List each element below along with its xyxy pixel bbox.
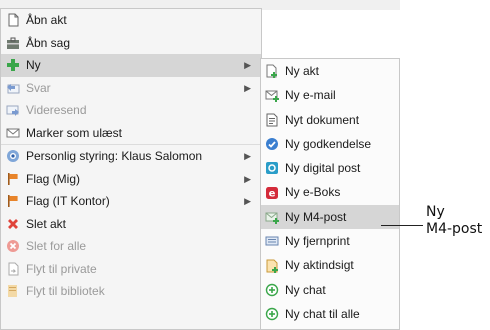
eye-icon [6,149,20,163]
submenu-item-new-eboks[interactable]: e Ny e-Boks [261,180,399,204]
case-icon [6,36,20,50]
menu-item-personal-control[interactable]: Personlig styring: Klaus Salomon ▶ [1,144,261,168]
submenu-item-new-m4-post[interactable]: Ny M4-post [261,204,399,230]
document-icon [6,13,20,27]
submenu-item-new-approval[interactable]: Ny godkendelse [261,132,399,156]
chevron-right-icon: ▶ [244,60,251,70]
menu-item-move-to-library[interactable]: Flyt til bibliotek [1,280,261,303]
callout-line-1: Ny [426,204,445,220]
context-menu: Åbn akt Åbn sag Ny ▶ Svar ▶ Videresend M… [0,8,262,330]
submenu-item-new-access-request[interactable]: Ny aktindsigt [261,253,399,277]
menu-item-flag-it-office[interactable]: Flag (IT Kontor) ▶ [1,190,261,213]
m4-post-icon [265,210,279,224]
menu-item-forward[interactable]: Videresend [1,99,261,122]
access-request-icon [265,259,279,273]
menu-item-move-to-private[interactable]: Flyt til private [1,258,261,281]
move-document-icon [6,262,20,276]
submenu-item-new-chat-all[interactable]: Ny chat til alle [261,302,399,326]
new-email-icon [265,88,279,103]
chevron-right-icon: ▶ [244,196,251,206]
menu-item-open-case[interactable]: Åbn sag [1,32,261,55]
submenu-item-new-digital-post[interactable]: Ny digital post [261,156,399,180]
chevron-right-icon: ▶ [244,82,251,93]
chevron-right-icon: ▶ [244,151,251,161]
new-submenu: Ny akt Ny e-mail Nyt dokument Ny godkend… [260,58,400,330]
new-document-icon [265,64,279,79]
callout-line-2: M4-post [426,221,483,237]
menu-item-mark-unread[interactable]: Marker som ulæst [1,122,261,145]
svg-text:e: e [269,188,276,199]
digital-post-icon [265,161,279,175]
envelope-icon [6,126,20,140]
submenu-item-new-document[interactable]: Nyt dokument [261,108,399,132]
menu-item-delete-record[interactable]: Slet akt [1,213,261,236]
menu-item-delete-for-all[interactable]: Slet for alle [1,235,261,258]
remote-print-icon [265,234,279,248]
new-word-document-icon [265,113,279,127]
callout-leader-line [381,225,423,226]
reply-icon [6,81,20,95]
flag-icon [6,194,20,208]
chat-icon [265,283,279,297]
delete-x-icon [6,217,20,231]
chevron-right-icon: ▶ [244,173,251,184]
menu-item-new[interactable]: Ny ▶ [1,54,261,77]
chat-all-icon [265,307,279,321]
plus-icon [6,58,20,72]
forward-icon [6,103,20,117]
flag-icon [6,172,20,186]
menu-item-open-record[interactable]: Åbn akt [1,9,261,32]
delete-circle-icon [6,239,20,253]
submenu-item-new-remote-print[interactable]: Ny fjernprint [261,229,399,253]
library-icon [6,284,20,298]
approval-icon [265,137,279,151]
submenu-item-new-email[interactable]: Ny e-mail [261,83,399,107]
submenu-item-new-record[interactable]: Ny akt [261,59,399,83]
callout-label: Ny M4-post [426,204,490,238]
menu-item-reply[interactable]: Svar ▶ [1,77,261,100]
submenu-item-new-chat[interactable]: Ny chat [261,278,399,302]
eboks-icon: e [265,186,279,200]
menu-item-flag-me[interactable]: Flag (Mig) ▶ [1,168,261,191]
